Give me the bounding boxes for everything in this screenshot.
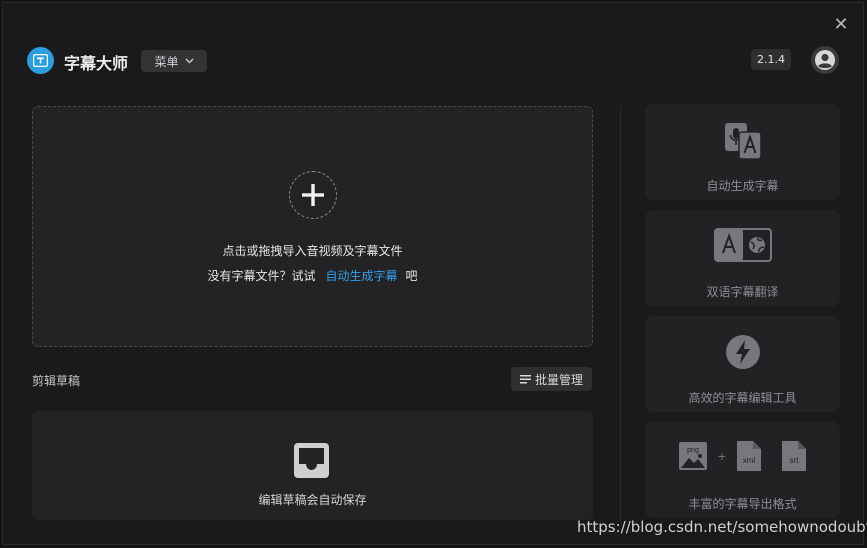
feature-label: 双语字幕翻译 bbox=[706, 285, 779, 299]
drafts-empty-state: 编辑草稿会自动保存 bbox=[32, 411, 593, 520]
chevron-down-icon bbox=[185, 58, 193, 64]
drafts-section-title: 剪辑草稿 bbox=[32, 374, 81, 388]
bilingual-translate-icon bbox=[713, 228, 772, 262]
inbox-icon bbox=[294, 443, 329, 478]
batch-manage-label: 批量管理 bbox=[534, 372, 583, 387]
dropzone-main-text: 点击或拖拽导入音视频及字幕文件 bbox=[222, 244, 403, 258]
png-image-icon: png bbox=[679, 442, 708, 470]
close-button[interactable]: ✕ bbox=[833, 16, 849, 34]
plus-icon bbox=[302, 184, 324, 206]
drafts-empty-text: 编辑草稿会自动保存 bbox=[258, 493, 367, 507]
feature-card-auto-subtitles[interactable]: 自动生成字幕 bbox=[645, 104, 840, 200]
batch-manage-button[interactable]: 批量管理 bbox=[511, 367, 592, 391]
menu-dropdown[interactable]: 菜单 bbox=[141, 50, 207, 72]
user-avatar[interactable] bbox=[811, 46, 839, 74]
version-badge: 2.1.4 bbox=[751, 49, 791, 70]
add-file-button[interactable] bbox=[289, 171, 337, 219]
column-divider bbox=[620, 106, 621, 521]
app-title: 字幕大师 bbox=[64, 54, 129, 73]
app-logo-icon bbox=[27, 47, 54, 74]
dropzone-sub-prefix: 没有字幕文件？试试 bbox=[207, 269, 316, 283]
format-label-xml: xml bbox=[742, 456, 755, 465]
app-window: ✕ 字幕大师 菜单 2.1.4 点击或拖拽导入音视频及字幕文件 没有字幕文件？试… bbox=[2, 2, 864, 545]
xml-file-icon: xml bbox=[736, 441, 761, 471]
plus-separator: + bbox=[717, 449, 727, 463]
auto-generate-subtitles-link[interactable]: 自动生成字幕 bbox=[325, 269, 397, 283]
list-manage-icon bbox=[519, 374, 531, 383]
mic-translate-icon bbox=[724, 123, 762, 160]
user-icon bbox=[815, 50, 835, 70]
format-label-png: png bbox=[688, 447, 700, 454]
import-dropzone[interactable]: 点击或拖拽导入音视频及字幕文件 没有字幕文件？试试 自动生成字幕吧 bbox=[32, 106, 593, 347]
feature-card-bilingual-translation[interactable]: 双语字幕翻译 bbox=[645, 210, 840, 306]
feature-card-editing-tools[interactable]: 高效的字幕编辑工具 bbox=[645, 316, 840, 412]
dropzone-sub-suffix: 吧 bbox=[405, 269, 418, 283]
dropzone-sub-text: 没有字幕文件？试试 自动生成字幕吧 bbox=[33, 267, 592, 284]
format-label-srt: srt bbox=[789, 456, 799, 465]
feature-label: 自动生成字幕 bbox=[706, 179, 779, 193]
lightning-icon bbox=[725, 335, 760, 369]
feature-label: 高效的字幕编辑工具 bbox=[688, 391, 797, 405]
feature-label: 丰富的字幕导出格式 bbox=[688, 497, 797, 511]
menu-label: 菜单 bbox=[154, 54, 179, 69]
srt-file-icon: srt bbox=[781, 441, 806, 471]
feature-card-export-formats[interactable]: png + xml srt 丰富的字幕导出格式 bbox=[645, 422, 840, 518]
watermark-url: https://blog.csdn.net/somehownodoubts bbox=[577, 518, 867, 536]
